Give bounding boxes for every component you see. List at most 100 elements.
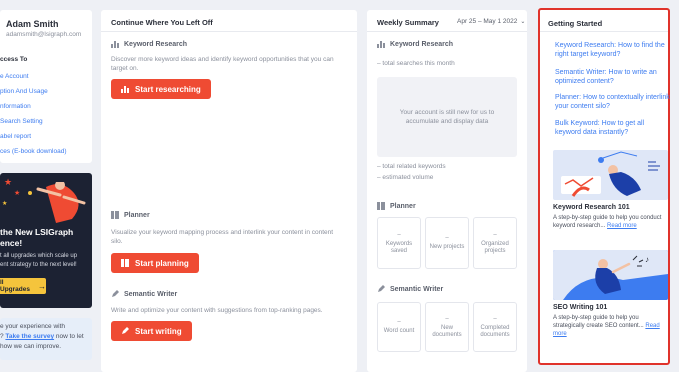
pen-icon (378, 285, 385, 292)
profile-email: adamsmith@lsigraph.com (6, 31, 82, 38)
promo-text-line2: ent strategy to the next level! (0, 262, 77, 268)
svg-text:★: ★ (14, 189, 20, 197)
start-researching-label: Start researching (135, 84, 201, 94)
stat-value: – (397, 319, 401, 325)
start-planning-button[interactable]: Start planning (111, 253, 199, 273)
weekly-planner-title: Planner (390, 202, 416, 210)
profile-link-search-setting[interactable]: Search Setting (0, 118, 43, 125)
promo-text-line1: t all upgrades which scale up (0, 253, 78, 259)
keyword-research-heading: Keyword Research (111, 40, 187, 48)
planner-heading: Planner (111, 211, 150, 219)
profile-link-account[interactable]: e Account (0, 73, 29, 80)
guide-link-bulk-keyword[interactable]: Bulk Keyword: How to get all keyword dat… (555, 119, 670, 137)
weekly-planner-heading: Planner (377, 202, 416, 210)
stat-label: Organized projects (481, 240, 509, 254)
bar-chart-icon (111, 41, 119, 48)
word-count-stat: – Word count (377, 302, 421, 352)
total-searches: – total searches this month (377, 60, 455, 67)
seo-writing-101-desc: A step-by-step guide to help you strateg… (553, 314, 670, 338)
keyword-research-101-title: Keyword Research 101 (553, 204, 630, 211)
promo-title-line1: the New LSIGraph (0, 227, 74, 237)
stat-label: Keywords saved (385, 240, 413, 254)
guide-link-keyword-research[interactable]: Keyword Research: How to find the right … (555, 41, 670, 59)
research-illustration (561, 151, 660, 197)
stat-value: – (493, 231, 497, 238)
new-documents-stat: – New documents (425, 302, 469, 352)
keyword-research-101-thumbnail[interactable] (553, 150, 668, 200)
guide-link-semantic-writer[interactable]: Semantic Writer: How to write an optimiz… (555, 68, 670, 86)
svg-text:★: ★ (4, 177, 12, 187)
arrow-right-icon: → (38, 281, 46, 291)
keyword-research-desc: Discover more keyword ideas and identify… (111, 56, 334, 72)
empty-data-box: Your account is still new for us to accu… (377, 77, 517, 157)
svg-text:★: ★ (2, 200, 7, 207)
semantic-writer-title: Semantic Writer (124, 290, 178, 298)
upgrades-button-label: ll Upgrades (0, 279, 30, 293)
promo-illustration: ★ ★ ★ (2, 177, 86, 223)
survey-card: e your experience with ? Take the survey… (0, 318, 92, 360)
survey-line2: ? Take the survey now to let (0, 333, 84, 340)
writing-illustration: ♪ (553, 250, 668, 300)
chevron-down-icon: ⌄ (520, 19, 526, 25)
date-range-label: Apr 25 – May 1 2022 (457, 18, 518, 25)
start-planning-label: Start planning (135, 258, 189, 268)
weekly-keyword-heading: Keyword Research (377, 40, 453, 48)
svg-text:♪: ♪ (645, 255, 649, 264)
view-upgrades-button[interactable]: ll Upgrades → (0, 278, 46, 294)
completed-documents-stat: – Completed documents (473, 302, 517, 352)
columns-icon (111, 211, 119, 219)
article-text: A step-by-step guide to help you strateg… (553, 315, 646, 329)
continue-divider (101, 31, 357, 32)
stat-label: Completed documents (480, 324, 510, 338)
bar-chart-icon (121, 86, 129, 93)
access-title: ccess To (0, 56, 28, 63)
profile-card: Adam Smith adamsmith@lsigraph.com ccess … (0, 10, 92, 163)
stat-value: – (493, 315, 497, 322)
total-related-keywords: – total related keywords (377, 163, 446, 170)
weekly-semantic-heading: Semantic Writer (377, 285, 443, 293)
profile-link-resources[interactable]: ces (E-book download) (0, 148, 66, 155)
organized-projects-stat: – Organized projects (473, 217, 517, 269)
bar-chart-icon (377, 41, 385, 48)
survey-line3: how we can improve. (0, 343, 62, 350)
survey-line1: e your experience with (0, 323, 66, 330)
profile-name: Adam Smith (6, 19, 59, 29)
stat-label: New projects (429, 244, 465, 250)
profile-link-subscription[interactable]: ption And Usage (0, 88, 48, 95)
pen-icon (112, 290, 119, 297)
keyword-research-title: Keyword Research (124, 40, 188, 48)
promo-title-line2: ence! (0, 238, 23, 248)
columns-icon (377, 202, 385, 210)
start-writing-label: Start writing (135, 326, 182, 336)
semantic-writer-heading: Semantic Writer (111, 290, 177, 298)
weekly-summary-card: Weekly Summary Apr 25 – May 1 2022 ⌄ Key… (367, 10, 527, 372)
stat-value: – (397, 231, 401, 238)
stat-label: Word count (383, 328, 415, 334)
getting-started-title: Getting Started (548, 19, 603, 28)
seo-writing-101-thumbnail[interactable]: ♪ (553, 250, 668, 300)
take-survey-link[interactable]: Take the survey (5, 333, 54, 340)
start-writing-button[interactable]: Start writing (111, 321, 192, 341)
start-researching-button[interactable]: Start researching (111, 79, 211, 99)
stat-value: – (445, 315, 449, 322)
semantic-writer-desc: Write and optimize your content with sug… (111, 307, 323, 314)
weekly-semantic-title: Semantic Writer (390, 285, 444, 293)
continue-title: Continue Where You Left Off (111, 18, 213, 27)
pen-icon (122, 327, 129, 334)
profile-link-label-report[interactable]: abel report (0, 133, 31, 140)
survey-suffix: now to let (54, 333, 84, 340)
keywords-saved-stat: – Keywords saved (377, 217, 421, 269)
weekly-keyword-title: Keyword Research (390, 40, 454, 48)
getting-started-divider (540, 31, 668, 32)
weekly-title: Weekly Summary (377, 18, 439, 27)
date-range-dropdown[interactable]: Apr 25 – May 1 2022 ⌄ (457, 18, 525, 25)
stat-label: New documents (432, 324, 462, 338)
weekly-divider (367, 31, 527, 32)
read-more-link[interactable]: Read more (607, 223, 637, 229)
seo-writing-101-title: SEO Writing 101 (553, 304, 608, 311)
planner-desc: Visualize your keyword mapping process a… (111, 229, 334, 245)
keyword-research-101-desc: A step-by-step guide to help you conduct… (553, 214, 670, 230)
guide-link-planner[interactable]: Planner: How to contextually interlink y… (555, 93, 670, 111)
profile-link-information[interactable]: nformation (0, 103, 31, 110)
upgrade-promo-card: ★ ★ ★ the New LSIGraph ence! t all upgra… (0, 173, 92, 308)
